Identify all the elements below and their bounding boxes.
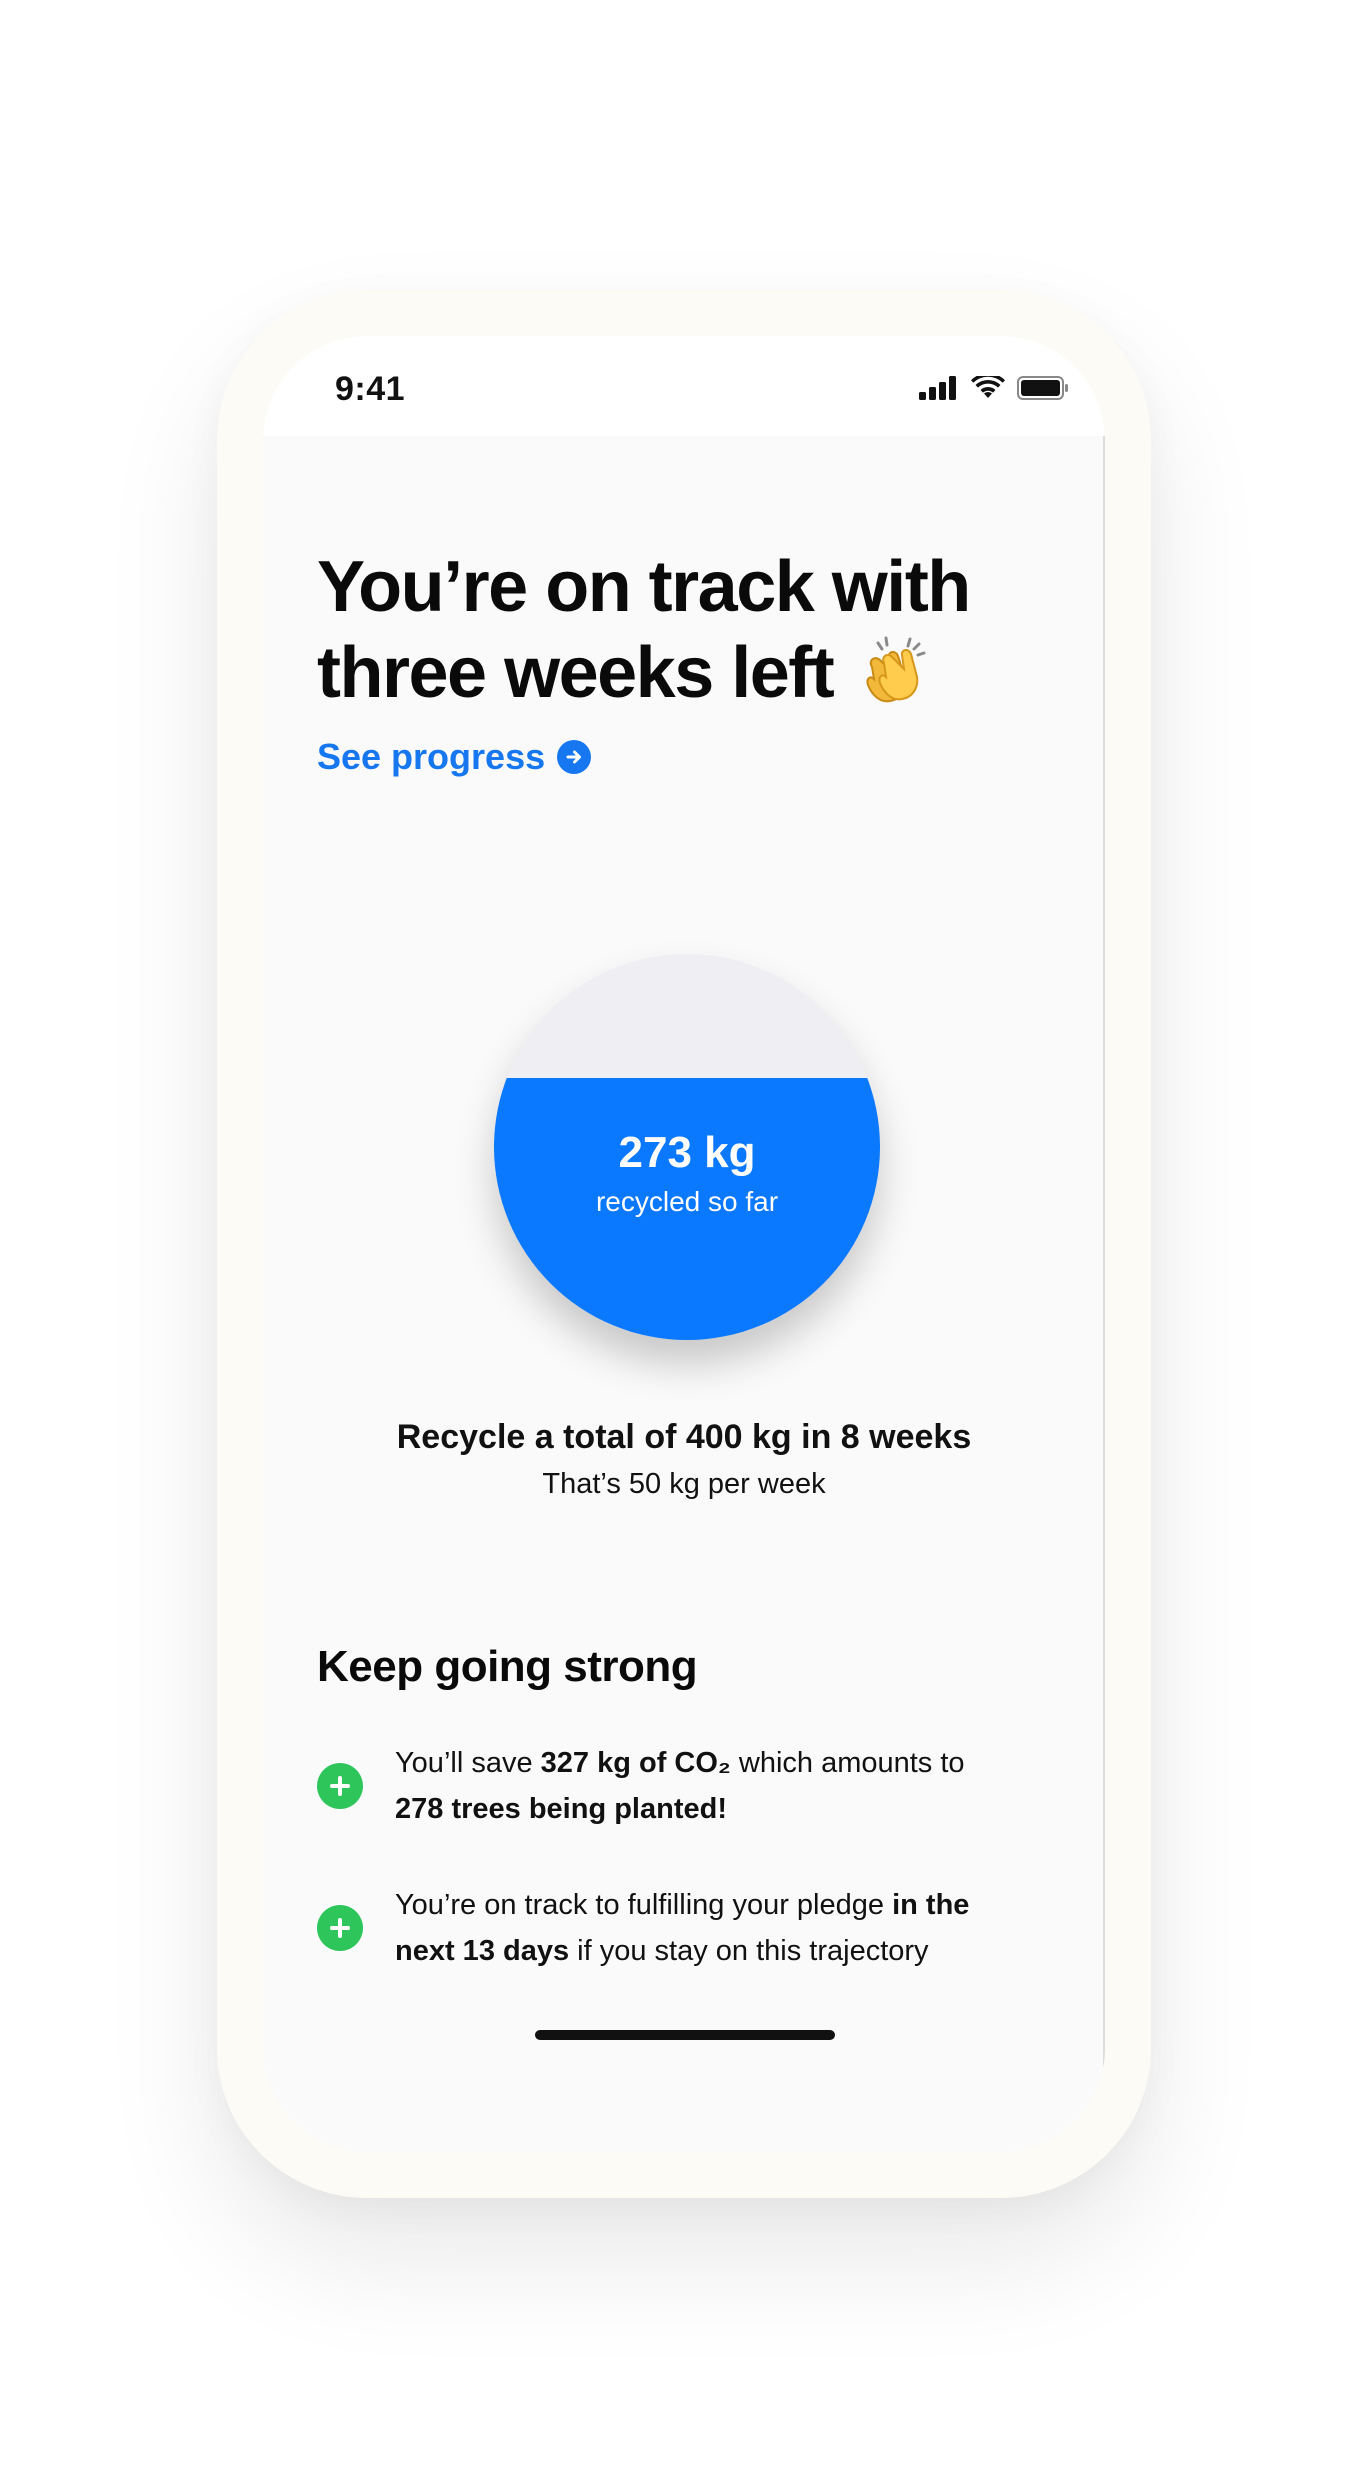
phone-frame: 9:41 You’re on track with three weeks le… (217, 290, 1151, 2198)
screen-edge-divider (1103, 416, 1105, 2076)
benefit-text-bold: 327 kg of CO₂ (540, 1747, 731, 1779)
goal-title: Recycle a total of 400 kg in 8 weeks (396, 1418, 972, 1456)
battery-icon (1017, 376, 1069, 405)
headline-line-2: three weeks left (317, 633, 835, 713)
phone-screen: 9:41 You’re on track with three weeks le… (263, 336, 1105, 2152)
page-title: You’re on track with three weeks left (317, 544, 1037, 716)
home-indicator[interactable] (535, 2030, 835, 2040)
status-time: 9:41 (335, 370, 406, 408)
status-icons (919, 373, 1069, 405)
progress-subtitle: recycled so far (595, 1186, 779, 1217)
plus-circle-icon (317, 1905, 363, 1951)
cellular-signal-icon (919, 376, 959, 405)
benefit-text: You’ll save 327 kg of CO₂ which amounts … (395, 1740, 965, 1832)
benefit-text: You’re on track to fulfilling your pledg… (395, 1882, 1017, 1974)
progress-value: 273 kg (618, 1128, 756, 1177)
wifi-icon (971, 373, 1005, 405)
progress-circle: 273 kg recycled so far (494, 954, 880, 1340)
benefit-text-part: which amounts to (730, 1747, 965, 1779)
goal-subtitle: That’s 50 kg per week (542, 1468, 826, 1500)
clapping-hands-icon (858, 633, 932, 707)
benefit-text-part: if you stay on this trajectory (569, 1935, 929, 1967)
section-title: Keep going strong (317, 1642, 698, 1691)
list-item: You’ll save 327 kg of CO₂ which amounts … (317, 1740, 1017, 1832)
status-bar: 9:41 (263, 336, 1105, 436)
benefit-text-bold: 278 trees being planted! (395, 1793, 727, 1825)
plus-circle-icon (317, 1763, 363, 1809)
see-progress-label: See progress (317, 736, 546, 777)
headline-line-1: You’re on track with (317, 547, 971, 627)
see-progress-link[interactable]: See progress (317, 736, 592, 778)
benefit-text-part: You’ll save (395, 1747, 541, 1779)
arrow-right-circle-icon (557, 740, 592, 774)
canvas: 9:41 You’re on track with three weeks le… (0, 0, 1368, 2492)
benefit-text-part: You’re on track to fulfilling your pledg… (395, 1889, 893, 1921)
list-item: You’re on track to fulfilling your pledg… (317, 1882, 1017, 1974)
